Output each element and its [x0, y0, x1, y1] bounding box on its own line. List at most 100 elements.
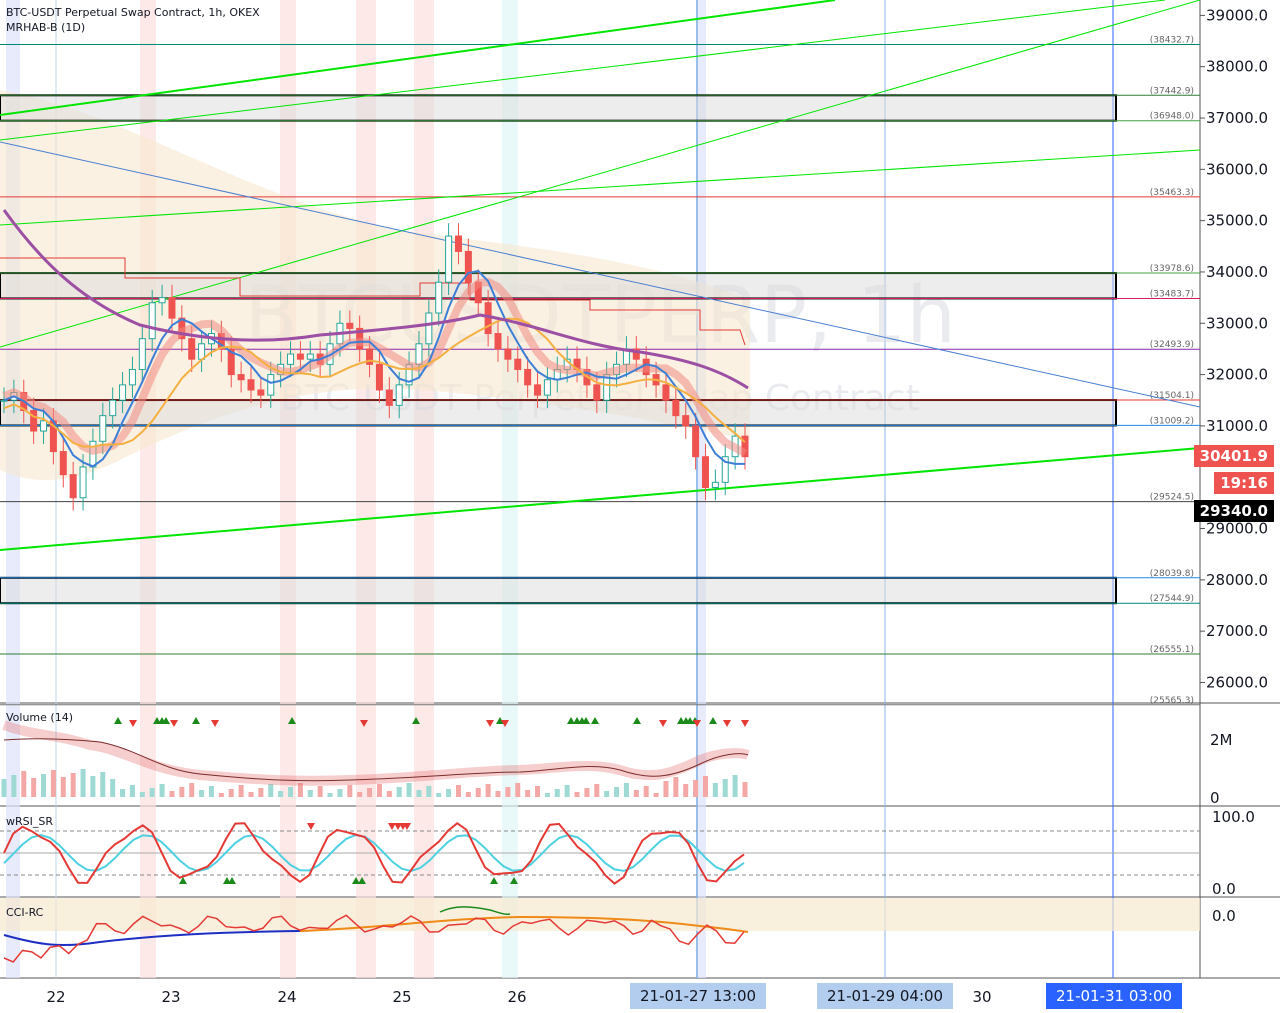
volume-bar — [268, 784, 274, 797]
volume-bar — [367, 788, 373, 797]
volume-bar — [446, 789, 452, 797]
candle-body — [672, 399, 680, 417]
sr-zone-4 — [0, 576, 1117, 605]
indicator-title: MRHAB-B (1D) — [6, 21, 86, 34]
volume-bar — [475, 788, 481, 797]
countdown-badge: 19:16 — [1214, 472, 1274, 494]
candle-body — [692, 425, 700, 458]
candle-body — [445, 235, 453, 283]
volume-bar — [535, 786, 541, 797]
volume-title: Volume (14) — [6, 711, 73, 724]
buy-signal-icon — [114, 717, 122, 724]
y-tick-label: 33000.0 — [1206, 314, 1268, 332]
candle-body — [425, 312, 433, 345]
candle-body — [237, 374, 245, 381]
volume-bar — [495, 791, 501, 797]
volume-bar — [426, 786, 432, 797]
volume-bar — [100, 772, 106, 797]
volume-bar — [594, 784, 600, 797]
volume-bar — [288, 787, 294, 797]
cci-tick: 0.0 — [1212, 907, 1236, 925]
level-label: (27544.9) — [1150, 594, 1194, 604]
candle-body — [168, 297, 176, 319]
volume-bar — [673, 777, 679, 797]
candle-body — [109, 399, 117, 417]
volume-tick-bottom: 0 — [1210, 789, 1220, 807]
sr-zone-3 — [0, 399, 1117, 427]
volume-bar — [693, 780, 699, 797]
y-tick-label: 27000.0 — [1206, 622, 1268, 640]
cci-title: CCI-RC — [6, 906, 44, 919]
volume-bar — [80, 769, 86, 797]
candle-body — [534, 384, 542, 396]
level-label: (35463.3) — [1150, 188, 1194, 198]
candle-body — [701, 456, 709, 488]
wrsi-title: wRSI_SR — [6, 815, 53, 828]
candle-body — [296, 353, 304, 360]
volume-bar — [623, 783, 629, 797]
volume-bar — [337, 789, 343, 797]
level-label: (25565.3) — [1150, 696, 1194, 706]
volume-bar — [357, 792, 363, 797]
level-label: (26555.1) — [1150, 645, 1194, 655]
volume-bar — [60, 777, 66, 797]
candle-body — [504, 348, 512, 360]
time-day-label: 30 — [972, 988, 991, 1006]
wrsi-sell-icon — [307, 823, 315, 830]
volume-bar — [70, 773, 76, 797]
level-label: (31009.2) — [1150, 416, 1194, 426]
volume-bar — [31, 778, 37, 797]
level-label: (31504.1) — [1150, 391, 1194, 401]
candle-body — [306, 353, 314, 360]
time-day-label: 24 — [277, 988, 296, 1006]
volume-bar — [436, 793, 442, 797]
volume-bar — [564, 785, 570, 797]
candle-body — [158, 297, 166, 304]
volume-bar — [278, 791, 284, 797]
wrsi-tick-top: 100.0 — [1212, 808, 1255, 826]
candle-body — [128, 368, 136, 386]
sell-signal-icon — [723, 720, 731, 727]
level-label: (33978.6) — [1150, 264, 1194, 274]
level-label: (38432.7) — [1150, 36, 1194, 46]
volume-bar — [228, 789, 234, 797]
candle-body — [198, 343, 206, 360]
candle-body — [267, 374, 275, 396]
candle-body — [59, 451, 67, 476]
y-tick-label: 26000.0 — [1206, 673, 1268, 691]
volume-bar — [396, 787, 402, 797]
level-label: (37442.9) — [1150, 86, 1194, 96]
candle-body — [593, 384, 601, 401]
volume-bar — [110, 779, 116, 797]
volume-bar — [248, 792, 254, 797]
level-label: (33483.7) — [1150, 289, 1194, 299]
wrsi-buy-icon — [490, 877, 498, 884]
buy-signal-icon — [633, 717, 641, 724]
volume-bar — [653, 793, 659, 797]
sell-signal-icon — [211, 720, 219, 727]
volume-bar — [139, 792, 145, 797]
time-day-label: 23 — [161, 988, 180, 1006]
time-label-highlight-a: 21-01-27 13:00 — [630, 983, 767, 1009]
volume-bar — [614, 787, 620, 797]
y-tick-label: 28000.0 — [1206, 571, 1268, 589]
candle-body — [514, 358, 522, 370]
sr-zone-1 — [0, 94, 1117, 122]
y-tick-label: 34000.0 — [1206, 263, 1268, 281]
candle-body — [543, 379, 551, 396]
volume-bar — [169, 791, 175, 797]
volume-bar — [465, 792, 471, 797]
volume-bar — [120, 789, 126, 797]
volume-bar — [505, 787, 511, 797]
level-label: (36948.0) — [1150, 112, 1194, 122]
y-tick-label: 32000.0 — [1206, 366, 1268, 384]
level-label: (28039.8) — [1150, 569, 1194, 579]
symbol-title: BTC-USDT Perpetual Swap Contract, 1h, OK… — [6, 6, 260, 19]
volume-bar — [604, 791, 610, 797]
candle-body — [138, 338, 146, 370]
sell-signal-icon — [741, 720, 749, 727]
chart-canvas[interactable]: BTCUSDTPERP, 1hBTC-USDT Perpetual Swap C… — [0, 0, 1280, 1013]
volume-bar — [633, 790, 639, 797]
volume-bar — [258, 788, 264, 797]
volume-bar — [327, 793, 333, 797]
